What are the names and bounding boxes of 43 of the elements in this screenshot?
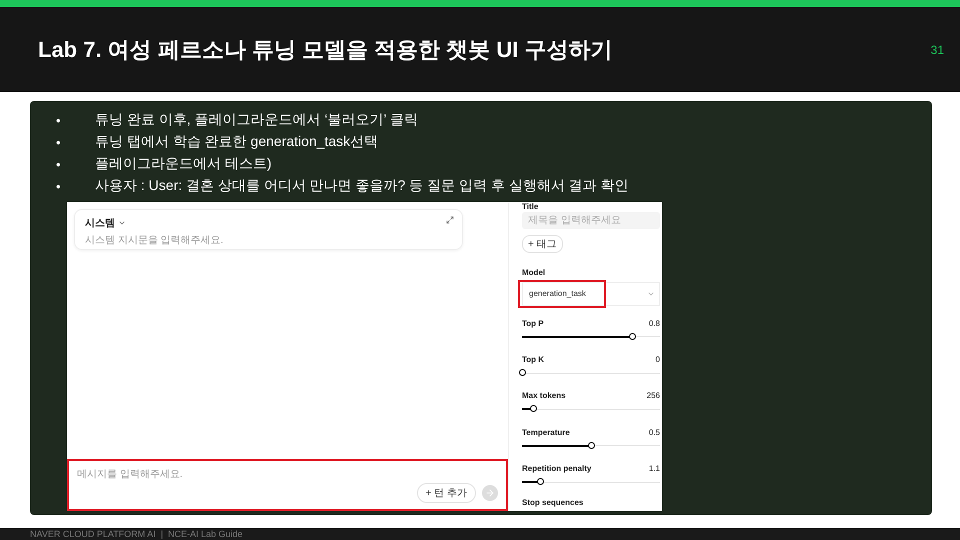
arrow-icon (485, 488, 495, 498)
slider-thumb[interactable] (530, 405, 538, 412)
stop-sequences-label: Stop sequences (522, 498, 584, 507)
slider-reading: 0 (656, 355, 660, 364)
footer-text: NAVER CLOUD PLATFORM AI | NCE-AI Lab Guide (0, 528, 960, 540)
slider-track[interactable] (522, 405, 660, 414)
chevron-icon[interactable] (118, 219, 126, 227)
system-title: 시스템 (85, 217, 115, 230)
bullet-marker: • (56, 178, 62, 194)
tag-button[interactable]: + 태그 (522, 234, 563, 253)
slider-track[interactable] (522, 478, 660, 486)
slider-thumb[interactable] (588, 442, 595, 449)
bullet-marker: • (56, 134, 62, 150)
slider-label: Max tokens (522, 391, 566, 400)
slider-reading: 0.8 (648, 318, 660, 328)
message-field[interactable]: 메시지를 입력해주세요. + 턴 추가 (67, 459, 508, 511)
model-label: Model (522, 268, 546, 278)
expand-icon[interactable] (446, 216, 454, 224)
slider-track[interactable] (522, 332, 660, 341)
bullet-marker: • (56, 112, 62, 128)
message-placeholder: 메시지를 입력해주세요. (77, 468, 184, 481)
bullet-marker: • (56, 156, 62, 172)
title-field[interactable]: 제목을 입력해주세요 (522, 212, 660, 229)
bullet-text: 튜닝 탭에서 학습 완료한 generation_task선택 (95, 133, 378, 151)
page-number: 31 (930, 42, 944, 56)
bullet-text: 사용자 : User: 결혼 상대를 어디서 만나면 좋을까? 등 질문 입력 후 실행해서 결과 확인 (95, 177, 629, 195)
slider-label: Top K (522, 355, 544, 364)
slider-reading: 0.5 (648, 428, 660, 437)
title-label: Title (522, 202, 538, 212)
slider-label: Temperature (522, 428, 570, 437)
slider-reading: 1.1 (648, 464, 660, 474)
slider-reading: 256 (646, 391, 660, 400)
add-turn-button[interactable]: + 턴 추가 (416, 483, 476, 503)
bullet-text: 플레이그라운드에서 테스트) (95, 155, 272, 173)
bullet-text: 튜닝 완료 이후, 플레이그라운드에서 ‘불러오기’ 클릭 (95, 111, 418, 129)
slider-thumb[interactable] (536, 478, 544, 486)
slider-label: Top P (522, 318, 544, 328)
slider-track[interactable] (522, 369, 660, 377)
slider-track[interactable] (522, 442, 660, 450)
slider-thumb[interactable] (519, 369, 526, 376)
slider-thumb[interactable] (629, 332, 636, 340)
slider-label: Repetition penalty (522, 464, 592, 474)
slide-title: Lab 7. 여성 페르소나 튜닝 모델을 적용한 챗봇 UI 구성하기 (38, 36, 612, 64)
